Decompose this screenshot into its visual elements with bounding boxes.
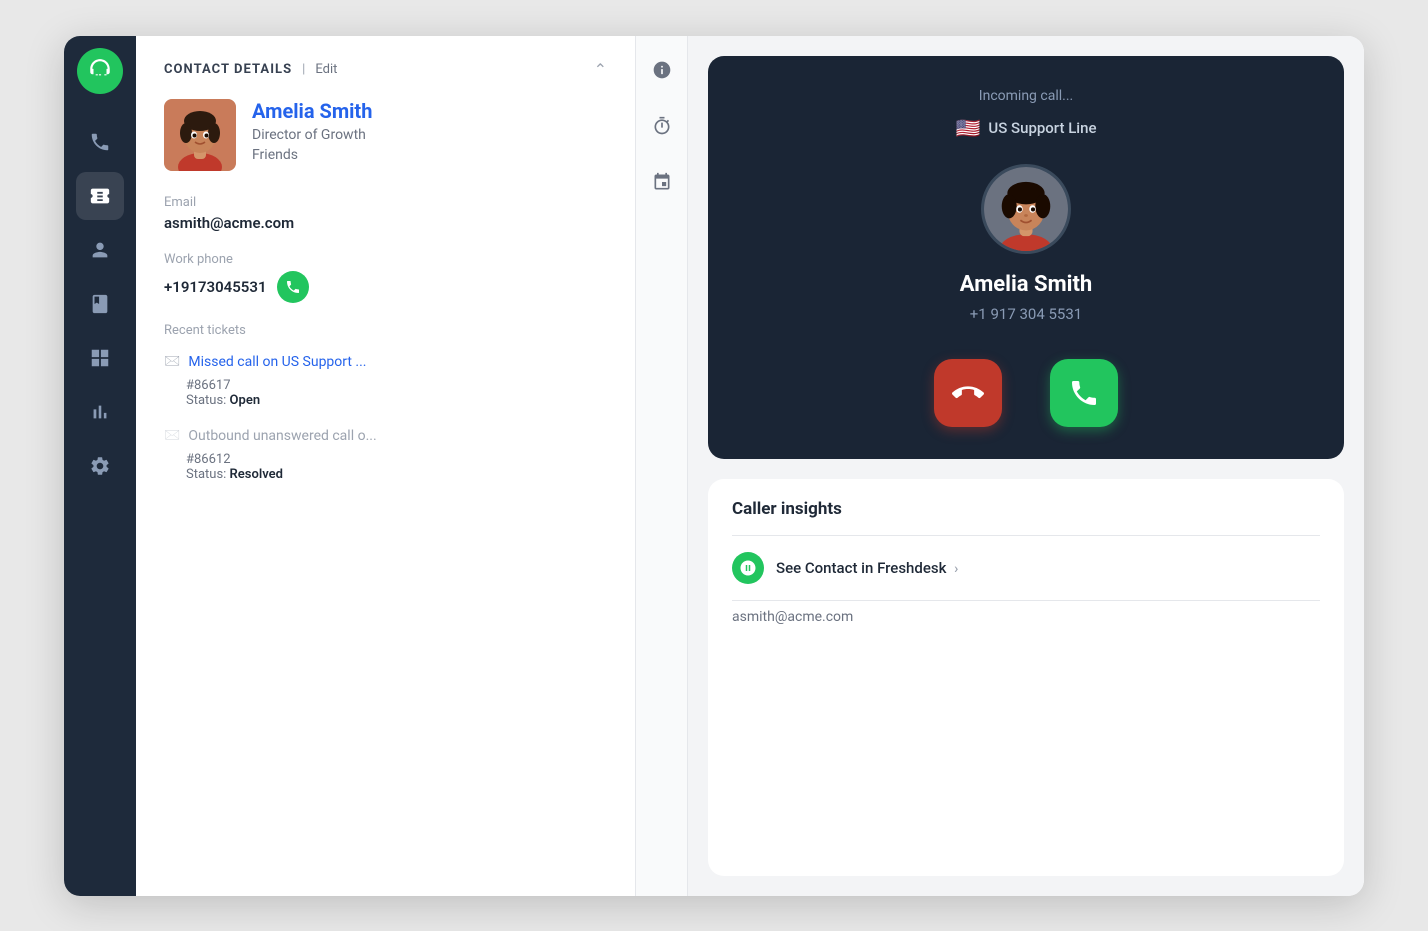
timer-tool[interactable] <box>644 108 680 144</box>
ticket-number-1: #86617 <box>186 378 607 393</box>
ticket-number-2: #86612 <box>186 452 607 467</box>
sidebar-nav <box>64 118 136 490</box>
recent-tickets-section: Recent tickets 🖂 Missed call on US Suppo… <box>164 323 607 482</box>
flag-emoji: 🇺🇸 <box>955 116 980 140</box>
insights-divider <box>732 535 1320 536</box>
caller-insights-card: Caller insights See Contact in Freshdesk… <box>708 479 1344 876</box>
headset-icon <box>87 58 113 84</box>
ticket-status-row-1: Status: Open <box>186 393 607 408</box>
sidebar <box>64 36 136 896</box>
contact-name-area: Amelia Smith Director of Growth Friends <box>252 99 372 163</box>
ticket-icon <box>89 185 111 207</box>
calendar-tool[interactable] <box>644 164 680 200</box>
app-container: CONTACT DETAILS | Edit ⌃ <box>64 36 1364 896</box>
recent-tickets-label: Recent tickets <box>164 323 607 338</box>
ticket-status-2: Resolved <box>230 467 283 482</box>
call-panel: Incoming call... 🇺🇸 US Support Line <box>688 36 1364 896</box>
reject-call-button[interactable] <box>934 359 1002 427</box>
tools-sidebar <box>636 36 688 896</box>
call-contact-name: Amelia Smith <box>960 272 1092 297</box>
logo[interactable] <box>77 48 123 94</box>
work-phone-value: +19173045531 <box>164 278 267 296</box>
call-avatar-image <box>984 164 1068 254</box>
avatar-image <box>164 99 236 171</box>
contact-role: Director of Growth <box>252 127 372 143</box>
contact-name: Amelia Smith <box>252 99 372 123</box>
settings-icon <box>89 455 111 477</box>
see-contact-text: See Contact in Freshdesk › <box>776 559 958 577</box>
support-line-row: 🇺🇸 US Support Line <box>955 116 1096 140</box>
book-icon <box>89 293 111 315</box>
contact-avatar <box>164 99 236 171</box>
contact-panel-divider: | <box>302 62 305 77</box>
contact-panel: CONTACT DETAILS | Edit ⌃ <box>136 36 636 896</box>
phone-call-icon <box>285 279 301 295</box>
work-phone-section: Work phone +19173045531 <box>164 252 607 303</box>
ticket-status-row-2: Status: Resolved <box>186 467 607 482</box>
sidebar-item-settings[interactable] <box>76 442 124 490</box>
sidebar-item-contacts[interactable] <box>76 226 124 274</box>
ticket-item-2: 🖂 Outbound unanswered call o... #86612 S… <box>164 424 607 482</box>
ticket-status-1: Open <box>230 393 261 408</box>
support-line-text: US Support Line <box>988 119 1096 137</box>
call-button[interactable] <box>277 271 309 303</box>
sidebar-item-home[interactable] <box>76 118 124 166</box>
freshdesk-icon <box>732 552 764 584</box>
freshdesk-logo-icon <box>739 559 757 577</box>
contact-panel-title-row: CONTACT DETAILS | Edit <box>164 62 337 77</box>
insights-email: asmith@acme.com <box>732 600 1320 625</box>
ticket-item-1: 🖂 Missed call on US Support ... #86617 S… <box>164 350 607 408</box>
sidebar-item-tickets[interactable] <box>76 172 124 220</box>
ticket-title-row-2: 🖂 Outbound unanswered call o... <box>164 424 607 448</box>
grid-icon <box>89 347 111 369</box>
incoming-text: Incoming call... <box>979 88 1073 104</box>
timer-icon <box>652 116 672 136</box>
work-phone-row: +19173045531 <box>164 271 607 303</box>
call-avatar <box>981 164 1071 254</box>
edit-link[interactable]: Edit <box>315 62 337 77</box>
work-phone-label: Work phone <box>164 252 607 267</box>
see-contact-row[interactable]: See Contact in Freshdesk › <box>732 552 1320 584</box>
contact-panel-header: CONTACT DETAILS | Edit ⌃ <box>164 60 607 79</box>
contact-panel-title: CONTACT DETAILS <box>164 62 292 77</box>
call-actions <box>934 359 1118 427</box>
sidebar-item-reports[interactable] <box>76 334 124 382</box>
email-section: Email asmith@acme.com <box>164 195 607 232</box>
ticket-icon-2: 🖂 <box>164 424 180 448</box>
sidebar-item-knowledge[interactable] <box>76 280 124 328</box>
calendar-icon <box>652 172 672 192</box>
ticket-title-2[interactable]: Outbound unanswered call o... <box>188 428 376 444</box>
contacts-icon <box>89 239 111 261</box>
call-phone: +1 917 304 5531 <box>970 305 1082 323</box>
see-contact-chevron: › <box>954 561 958 577</box>
see-contact-label: See Contact in Freshdesk <box>776 559 946 577</box>
email-label: Email <box>164 195 607 210</box>
caller-insights-title: Caller insights <box>732 499 1320 519</box>
accept-call-button[interactable] <box>1050 359 1118 427</box>
analytics-icon <box>89 401 111 423</box>
phone-icon <box>89 131 111 153</box>
ticket-title-row-1: 🖂 Missed call on US Support ... <box>164 350 607 374</box>
contact-company: Friends <box>252 147 372 163</box>
sidebar-item-analytics[interactable] <box>76 388 124 436</box>
info-tool[interactable] <box>644 52 680 88</box>
call-card: Incoming call... 🇺🇸 US Support Line <box>708 56 1344 459</box>
info-icon <box>652 60 672 80</box>
collapse-icon[interactable]: ⌃ <box>594 60 607 79</box>
reject-icon <box>952 377 984 409</box>
contact-info-row: Amelia Smith Director of Growth Friends <box>164 99 607 171</box>
accept-icon <box>1068 377 1100 409</box>
ticket-icon-1: 🖂 <box>164 350 180 374</box>
email-value: asmith@acme.com <box>164 214 607 232</box>
ticket-title-1[interactable]: Missed call on US Support ... <box>188 354 366 370</box>
